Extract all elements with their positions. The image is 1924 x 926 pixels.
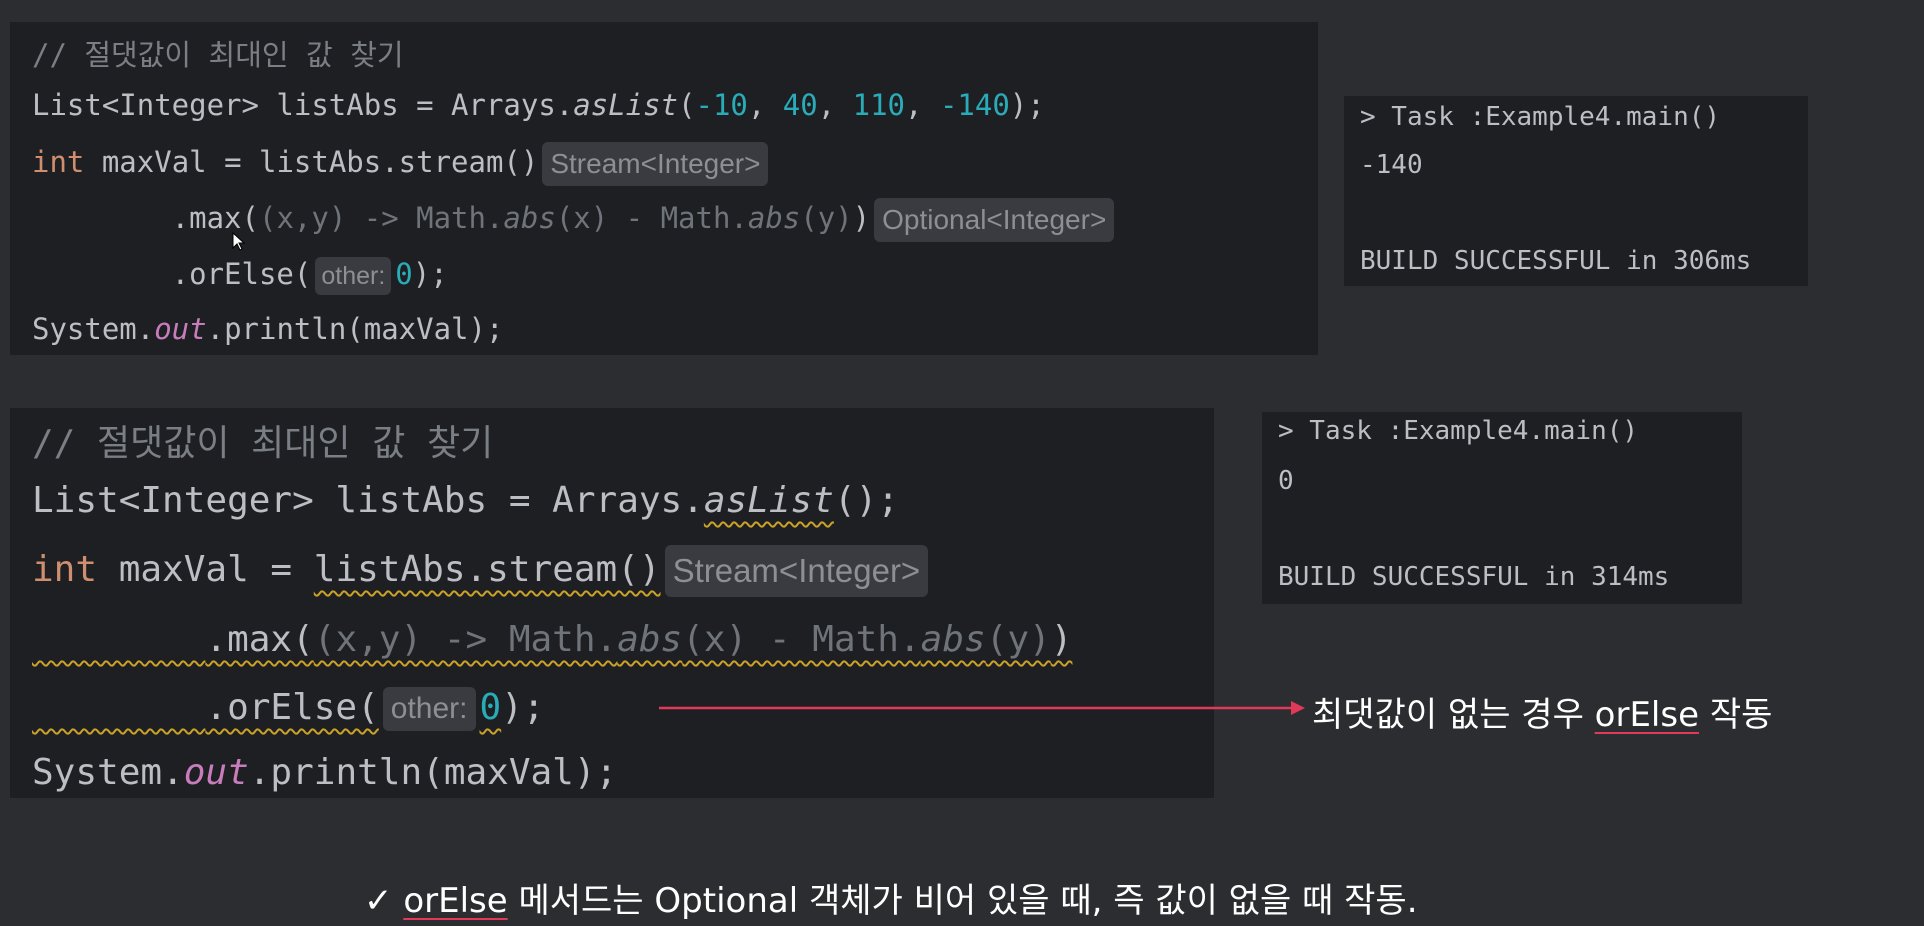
code-editor-bottom: // 절댓값이 최대인 값 찾기 List<Integer> listAbs =… (10, 408, 1214, 798)
terminal-task-line: > Task :Example4.main() (1278, 416, 1639, 446)
code-line-stream: int maxVal = listAbs.stream() Stream<Inte… (32, 140, 772, 186)
code-line-orelse: .orElse(other: 0); (32, 252, 448, 296)
type-hint-stream: Stream<Integer> (542, 142, 769, 186)
type-hint-stream: Stream<Integer> (664, 545, 929, 597)
annotation-text: 최댓값이 없는 경우 orElse 작동 (1312, 695, 1773, 735)
caption-text: 메서드는 Optional 객체가 비어 있을 때, 즉 값이 없을 때 작동. (507, 881, 1418, 921)
terminal-task-line: > Task :Example4.main() (1360, 102, 1721, 132)
terminal-build-status: BUILD SUCCESSFUL in 306ms (1360, 246, 1752, 276)
code-editor-top: // 절댓값이 최대인 값 찾기 List<Integer> listAbs =… (10, 22, 1318, 355)
code-line-list-decl: List<Integer> listAbs = Arrays.asList(-1… (32, 88, 1045, 122)
caption-keyword: orElse (403, 881, 508, 921)
code-line-stream: int maxVal = listAbs.stream() Stream<Inte… (32, 544, 932, 597)
annotation-arrow (659, 701, 1305, 715)
type-hint-optional: Optional<Integer> (874, 198, 1115, 242)
code-comment: // 절댓값이 최대인 값 찾기 (32, 423, 494, 464)
code-line-println: System.out.println(maxVal); (32, 752, 618, 793)
param-hint-other: other: (315, 257, 392, 295)
code-comment: // 절댓값이 최대인 값 찾기 (32, 38, 404, 72)
param-hint-other: other: (382, 687, 476, 731)
code-line-orelse: .orElse(other: 0); (32, 682, 545, 734)
terminal-result: 0 (1278, 466, 1294, 496)
terminal-result: -140 (1360, 150, 1423, 180)
annotation-keyword: orElse (1594, 695, 1700, 735)
terminal-output-bottom: > Task :Example4.main() 0 BUILD SUCCESSF… (1262, 412, 1742, 604)
mouse-cursor-icon (232, 232, 246, 251)
check-icon: ✓ (364, 881, 393, 921)
code-line-max: .max((x,y) -> Math.abs(x) - Math.abs(y)) (205, 619, 1073, 660)
caption: ✓ orElse 메서드는 Optional 객체가 비어 있을 때, 즉 값이… (364, 873, 1418, 922)
code-line-list-decl: List<Integer> listAbs = Arrays.asList(); (32, 480, 899, 521)
terminal-build-status: BUILD SUCCESSFUL in 314ms (1278, 562, 1670, 592)
terminal-output-top: > Task :Example4.main() -140 BUILD SUCCE… (1344, 96, 1808, 286)
code-line-max: .max((x,y) -> Math.abs(x) - Math.abs(y))… (32, 196, 1118, 242)
code-line-println: System.out.println(maxVal); (32, 312, 504, 346)
